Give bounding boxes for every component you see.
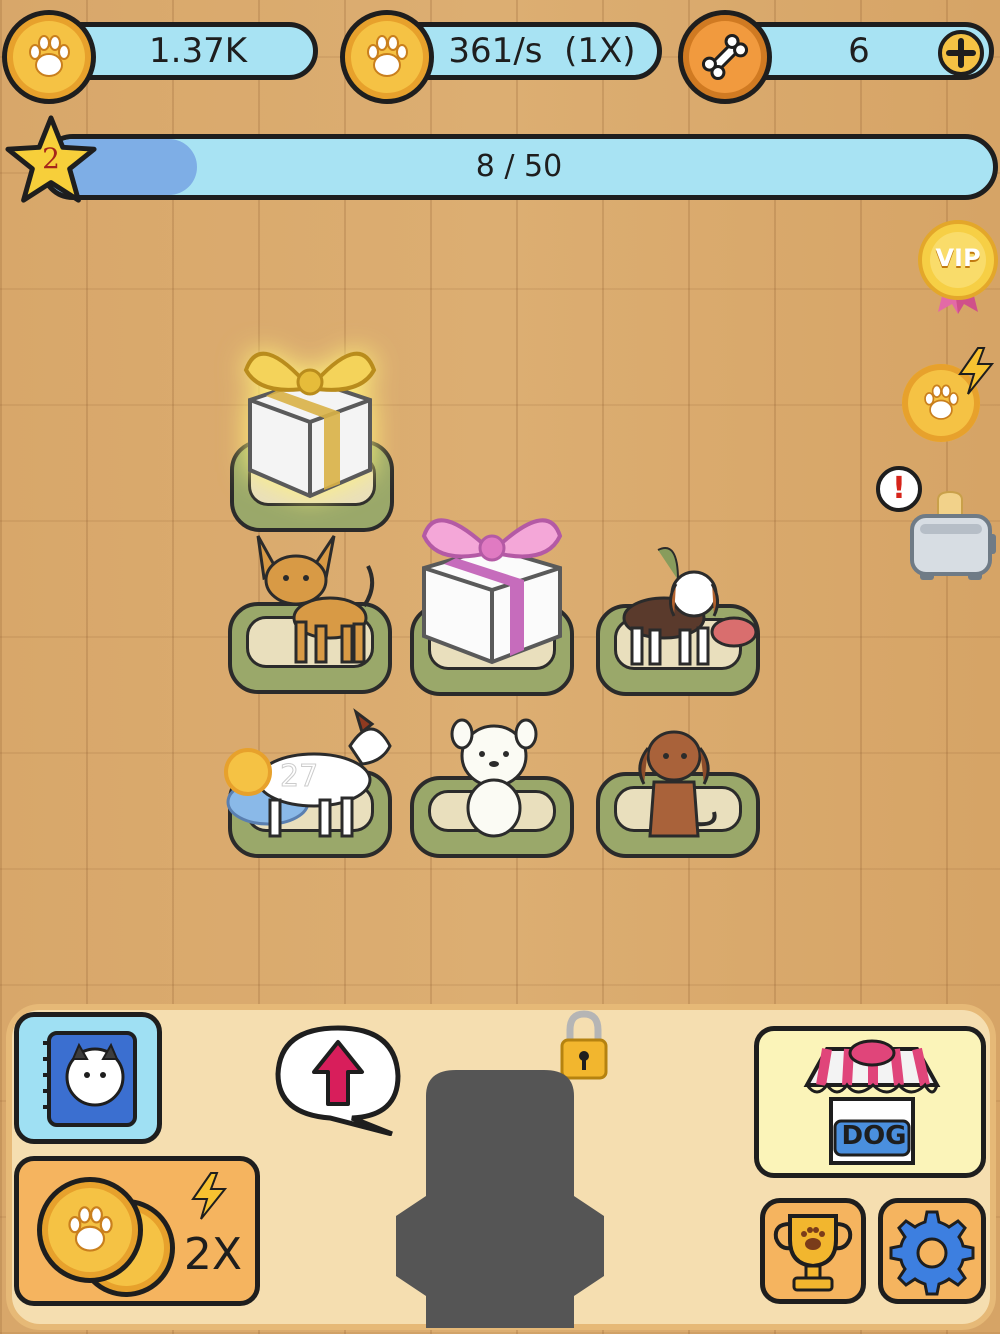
toaster-button[interactable]: ! — [876, 466, 998, 584]
paw-coin-icon — [37, 1177, 143, 1283]
upgrade-button[interactable] — [274, 1024, 404, 1137]
pink-gift-icon — [421, 518, 563, 665]
bull-terrier-dog[interactable]: 27 — [222, 706, 398, 842]
settings-button[interactable] — [878, 1198, 986, 1304]
dog-album-button[interactable] — [14, 1012, 162, 1144]
locked-crate-silhouette — [396, 1066, 604, 1328]
beagle-dog[interactable] — [618, 540, 760, 670]
vip-label: VIP — [935, 244, 981, 272]
toaster-icon — [910, 490, 996, 580]
white-puppy-icon — [450, 718, 538, 838]
level-progress-text: 8 / 50 — [475, 149, 563, 184]
coins-value: 1.37K — [149, 31, 247, 71]
trophy-button[interactable] — [760, 1198, 866, 1304]
level-star: 2 — [2, 112, 100, 210]
gold-gift-icon — [243, 351, 377, 499]
paw-coin-icon — [2, 10, 96, 104]
pink-gift-box[interactable] — [412, 500, 572, 672]
level-number: 2 — [42, 142, 60, 175]
boost-multiplier-label: 2X — [183, 1229, 243, 1280]
bones-value: 6 — [848, 31, 870, 71]
chihuahua-icon — [256, 535, 375, 664]
upgrade-arrow-icon — [275, 1025, 401, 1137]
bull-terrier-icon: 27 — [224, 708, 392, 838]
lightning-icon — [191, 1172, 228, 1220]
paw-coin-icon — [340, 10, 434, 104]
album-icon — [43, 1031, 137, 1127]
beagle-icon — [622, 547, 758, 666]
coin-rate-value: 361/s (1X) — [448, 31, 636, 71]
gold-gift-box[interactable] — [230, 330, 390, 506]
dog-shop-button[interactable]: DOG — [754, 1026, 986, 1178]
level-progress-bar: 8 / 50 — [40, 134, 998, 200]
chihuahua-dog[interactable] — [244, 526, 380, 670]
brown-hound-icon — [638, 730, 717, 838]
vip-button[interactable]: VIP — [916, 220, 1000, 314]
shop-label: DOG — [841, 1121, 907, 1151]
white-puppy-dog[interactable] — [448, 714, 540, 840]
svg-text:27: 27 — [280, 759, 318, 794]
bone-icon — [678, 10, 772, 104]
lightning-icon — [958, 347, 995, 395]
add-bones-button[interactable] — [938, 30, 984, 76]
plus-icon — [946, 38, 976, 68]
double-coins-button[interactable]: 2X — [14, 1156, 260, 1306]
brown-hound-dog[interactable] — [630, 726, 722, 840]
trophy-icon — [773, 1214, 853, 1292]
gear-icon — [889, 1210, 975, 1296]
coin-boost-button[interactable] — [898, 346, 998, 442]
